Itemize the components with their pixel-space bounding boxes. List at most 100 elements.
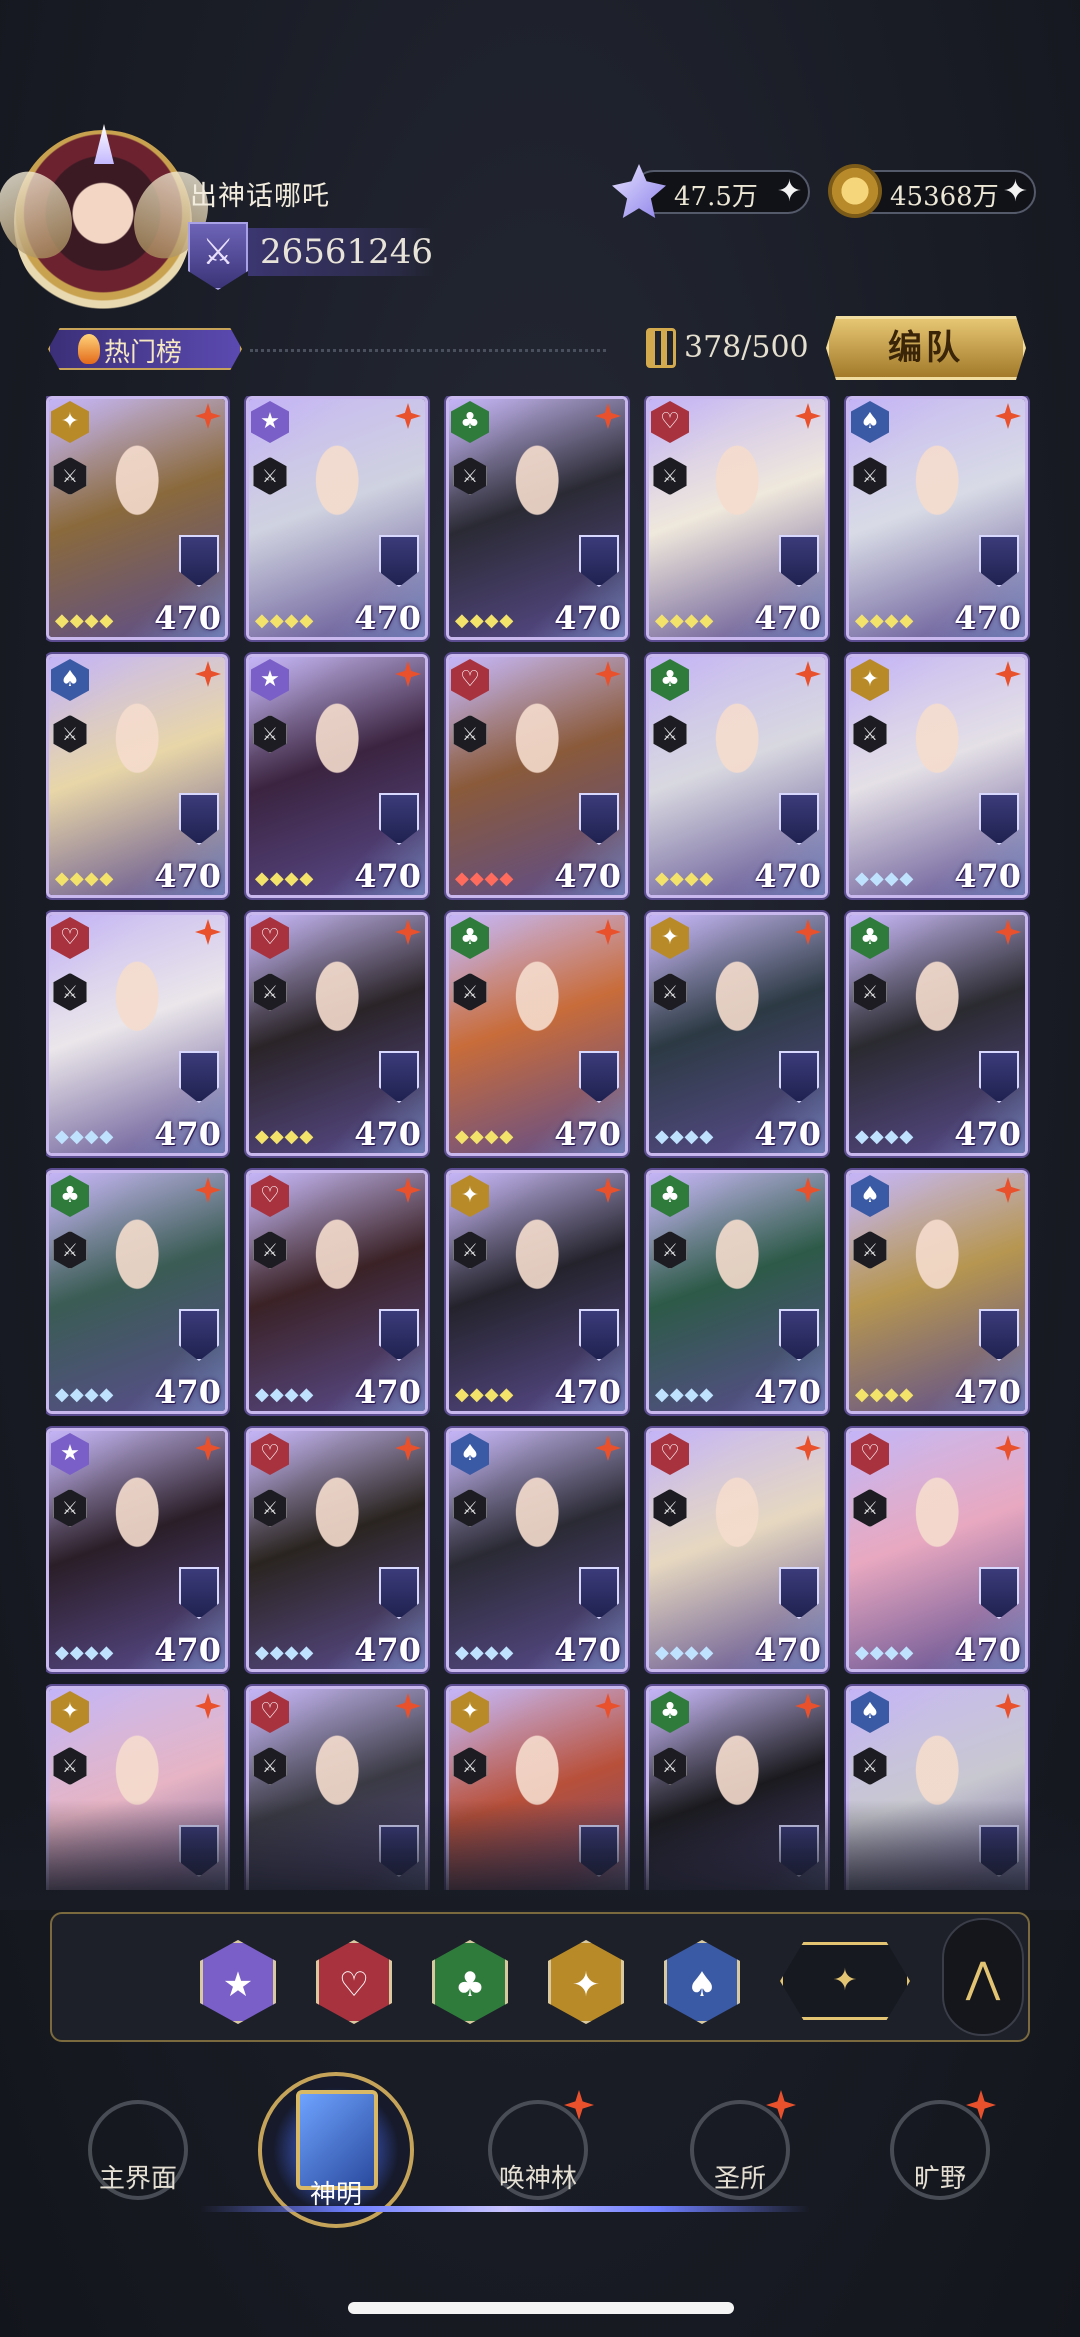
star-rating: ◆◆◆◆: [255, 610, 315, 631]
god-card[interactable]: ✦⚔◆◆◆◆470: [846, 654, 1028, 898]
filter-heart-icon[interactable]: ♡: [316, 1940, 392, 2024]
god-card[interactable]: ♡⚔◆◆◆◆470: [246, 1170, 428, 1414]
filter-all-icon[interactable]: ✦: [780, 1942, 910, 2020]
star-rating: ◆◆◆◆: [55, 868, 115, 889]
star-rating: ◆◆◆◆: [255, 868, 315, 889]
diamond-currency[interactable]: 47.5万 ✦: [612, 164, 810, 218]
star-rating: ◆◆◆◆: [655, 610, 715, 631]
card-level: 470: [554, 1373, 621, 1411]
god-card[interactable]: ♣⚔◆◆◆◆470: [446, 912, 628, 1156]
star-rating: ◆◆◆◆: [55, 1384, 115, 1405]
star-rating: ◆◆◆◆: [655, 1384, 715, 1405]
card-level: 470: [554, 1631, 621, 1669]
god-card[interactable]: ♣⚔◆◆◆◆470: [646, 1686, 828, 1890]
god-card[interactable]: ♠⚔◆◆◆◆470: [46, 654, 228, 898]
card-level: 470: [154, 857, 221, 895]
card-level: 470: [554, 1889, 621, 1890]
god-card[interactable]: ♠⚔◆◆◆◆470: [846, 1170, 1028, 1414]
formation-button[interactable]: 编队: [826, 316, 1026, 380]
add-diamond-icon[interactable]: ✦: [777, 174, 802, 209]
card-level: 470: [554, 857, 621, 895]
nav-wild[interactable]: 旷野: [850, 2080, 1030, 2220]
god-card[interactable]: ♡⚔◆◆◆◆470: [246, 1428, 428, 1672]
card-level: 470: [954, 599, 1021, 637]
god-card[interactable]: ♡⚔◆◆◆◆470: [646, 396, 828, 640]
star-rating: ◆◆◆◆: [255, 1384, 315, 1405]
god-card[interactable]: ✦⚔◆◆◆◆470: [46, 396, 228, 640]
card-level: 470: [154, 1889, 221, 1890]
coin-icon: [828, 164, 882, 218]
god-card[interactable]: ♡⚔◆◆◆◆470: [246, 1686, 428, 1890]
star-rating: ◆◆◆◆: [55, 610, 115, 631]
god-card[interactable]: ♡⚔◆◆◆◆470: [646, 1428, 828, 1672]
god-card[interactable]: ✦⚔◆◆◆◆470: [46, 1686, 228, 1890]
card-level: 470: [954, 1373, 1021, 1411]
god-card[interactable]: ♣⚔◆◆◆◆470: [46, 1170, 228, 1414]
god-card[interactable]: ♡⚔◆◆◆◆470: [46, 912, 228, 1156]
card-capacity-icon: [646, 328, 676, 368]
star-rating: ◆◆◆◆: [655, 1126, 715, 1147]
collapse-chevron-icon[interactable]: ⋀: [942, 1918, 1024, 2036]
star-rating: ◆◆◆◆: [655, 1642, 715, 1663]
god-card[interactable]: ♠⚔◆◆◆◆470: [846, 1686, 1028, 1890]
god-card[interactable]: ✦⚔◆◆◆◆470: [446, 1686, 628, 1890]
power-value: 26561246: [260, 232, 434, 272]
card-level: 470: [354, 857, 421, 895]
star-rating: ◆◆◆◆: [855, 1126, 915, 1147]
god-card[interactable]: ♡⚔◆◆◆◆470: [246, 912, 428, 1156]
card-level: 470: [754, 1115, 821, 1153]
star-rating: ◆◆◆◆: [855, 1384, 915, 1405]
card-level: 470: [954, 1889, 1021, 1890]
coin-currency[interactable]: 45368万 ✦: [828, 164, 1036, 218]
god-card[interactable]: ♣⚔◆◆◆◆470: [646, 654, 828, 898]
divider: [250, 349, 606, 352]
god-card[interactable]: ♡⚔◆◆◆◆470: [446, 654, 628, 898]
star-rating: ◆◆◆◆: [855, 610, 915, 631]
filter-club-icon[interactable]: ♣: [432, 1940, 508, 2024]
nav-wild-label: 旷野: [913, 2164, 966, 2194]
card-level: 470: [154, 599, 221, 637]
card-level: 470: [354, 1631, 421, 1669]
star-rating: ◆◆◆◆: [255, 1126, 315, 1147]
god-card[interactable]: ★ ⚔ ◆◆◆◆ 470: [246, 654, 428, 898]
player-name: 出神话哪吒: [190, 181, 330, 212]
card-level: 470: [154, 1631, 221, 1669]
filter-spade-icon[interactable]: ♠: [664, 1940, 740, 2024]
card-level: 470: [154, 1373, 221, 1411]
coin-amount: 45368万: [890, 182, 999, 212]
god-card[interactable]: ✦⚔◆◆◆◆470: [646, 912, 828, 1156]
nav-home-label: 主界面: [98, 2164, 177, 2194]
card-level: 470: [954, 857, 1021, 895]
nav-summon-label: 唤神林: [498, 2164, 577, 2194]
god-card[interactable]: ♣⚔◆◆◆◆470: [646, 1170, 828, 1414]
god-card[interactable]: ♣⚔◆◆◆◆470: [846, 912, 1028, 1156]
god-card[interactable]: ♠⚔◆◆◆◆470: [846, 396, 1028, 640]
card-level: 470: [954, 1115, 1021, 1153]
nav-summon[interactable]: 唤神林: [448, 2080, 628, 2220]
god-card[interactable]: ♡⚔◆◆◆◆470: [846, 1428, 1028, 1672]
filter-diamond-icon[interactable]: ✦: [548, 1940, 624, 2024]
god-card[interactable]: ✦⚔◆◆◆◆470: [446, 1170, 628, 1414]
card-capacity: 378/500: [684, 330, 809, 365]
home-indicator[interactable]: [348, 2302, 734, 2314]
filter-star-icon[interactable]: ★: [200, 1940, 276, 2024]
card-level: 470: [354, 1115, 421, 1153]
add-coin-icon[interactable]: ✦: [1003, 174, 1028, 209]
player-avatar[interactable]: [0, 124, 222, 315]
fire-icon: [78, 334, 100, 364]
card-level: 470: [154, 1115, 221, 1153]
god-card[interactable]: ★ ⚔ ◆◆◆◆ 470: [246, 396, 428, 640]
card-level: 470: [954, 1631, 1021, 1669]
card-level: 470: [754, 1373, 821, 1411]
hot-list-label[interactable]: 热门榜: [104, 332, 182, 369]
card-level: 470: [354, 1373, 421, 1411]
avatar-crest: [94, 124, 114, 164]
card-level: 470: [554, 1115, 621, 1153]
nav-sanctuary[interactable]: 圣所: [650, 2080, 830, 2220]
faction-filter-bar: ★ ♡ ♣ ✦ ♠ ✦ ⋀: [50, 1912, 1030, 2042]
nav-home[interactable]: 主界面: [48, 2080, 228, 2220]
god-card[interactable]: ♠⚔◆◆◆◆470: [446, 1428, 628, 1672]
star-rating: ◆◆◆◆: [655, 868, 715, 889]
god-card[interactable]: ♣⚔◆◆◆◆470: [446, 396, 628, 640]
god-card[interactable]: ★ ⚔ ◆◆◆◆ 470: [46, 1428, 228, 1672]
